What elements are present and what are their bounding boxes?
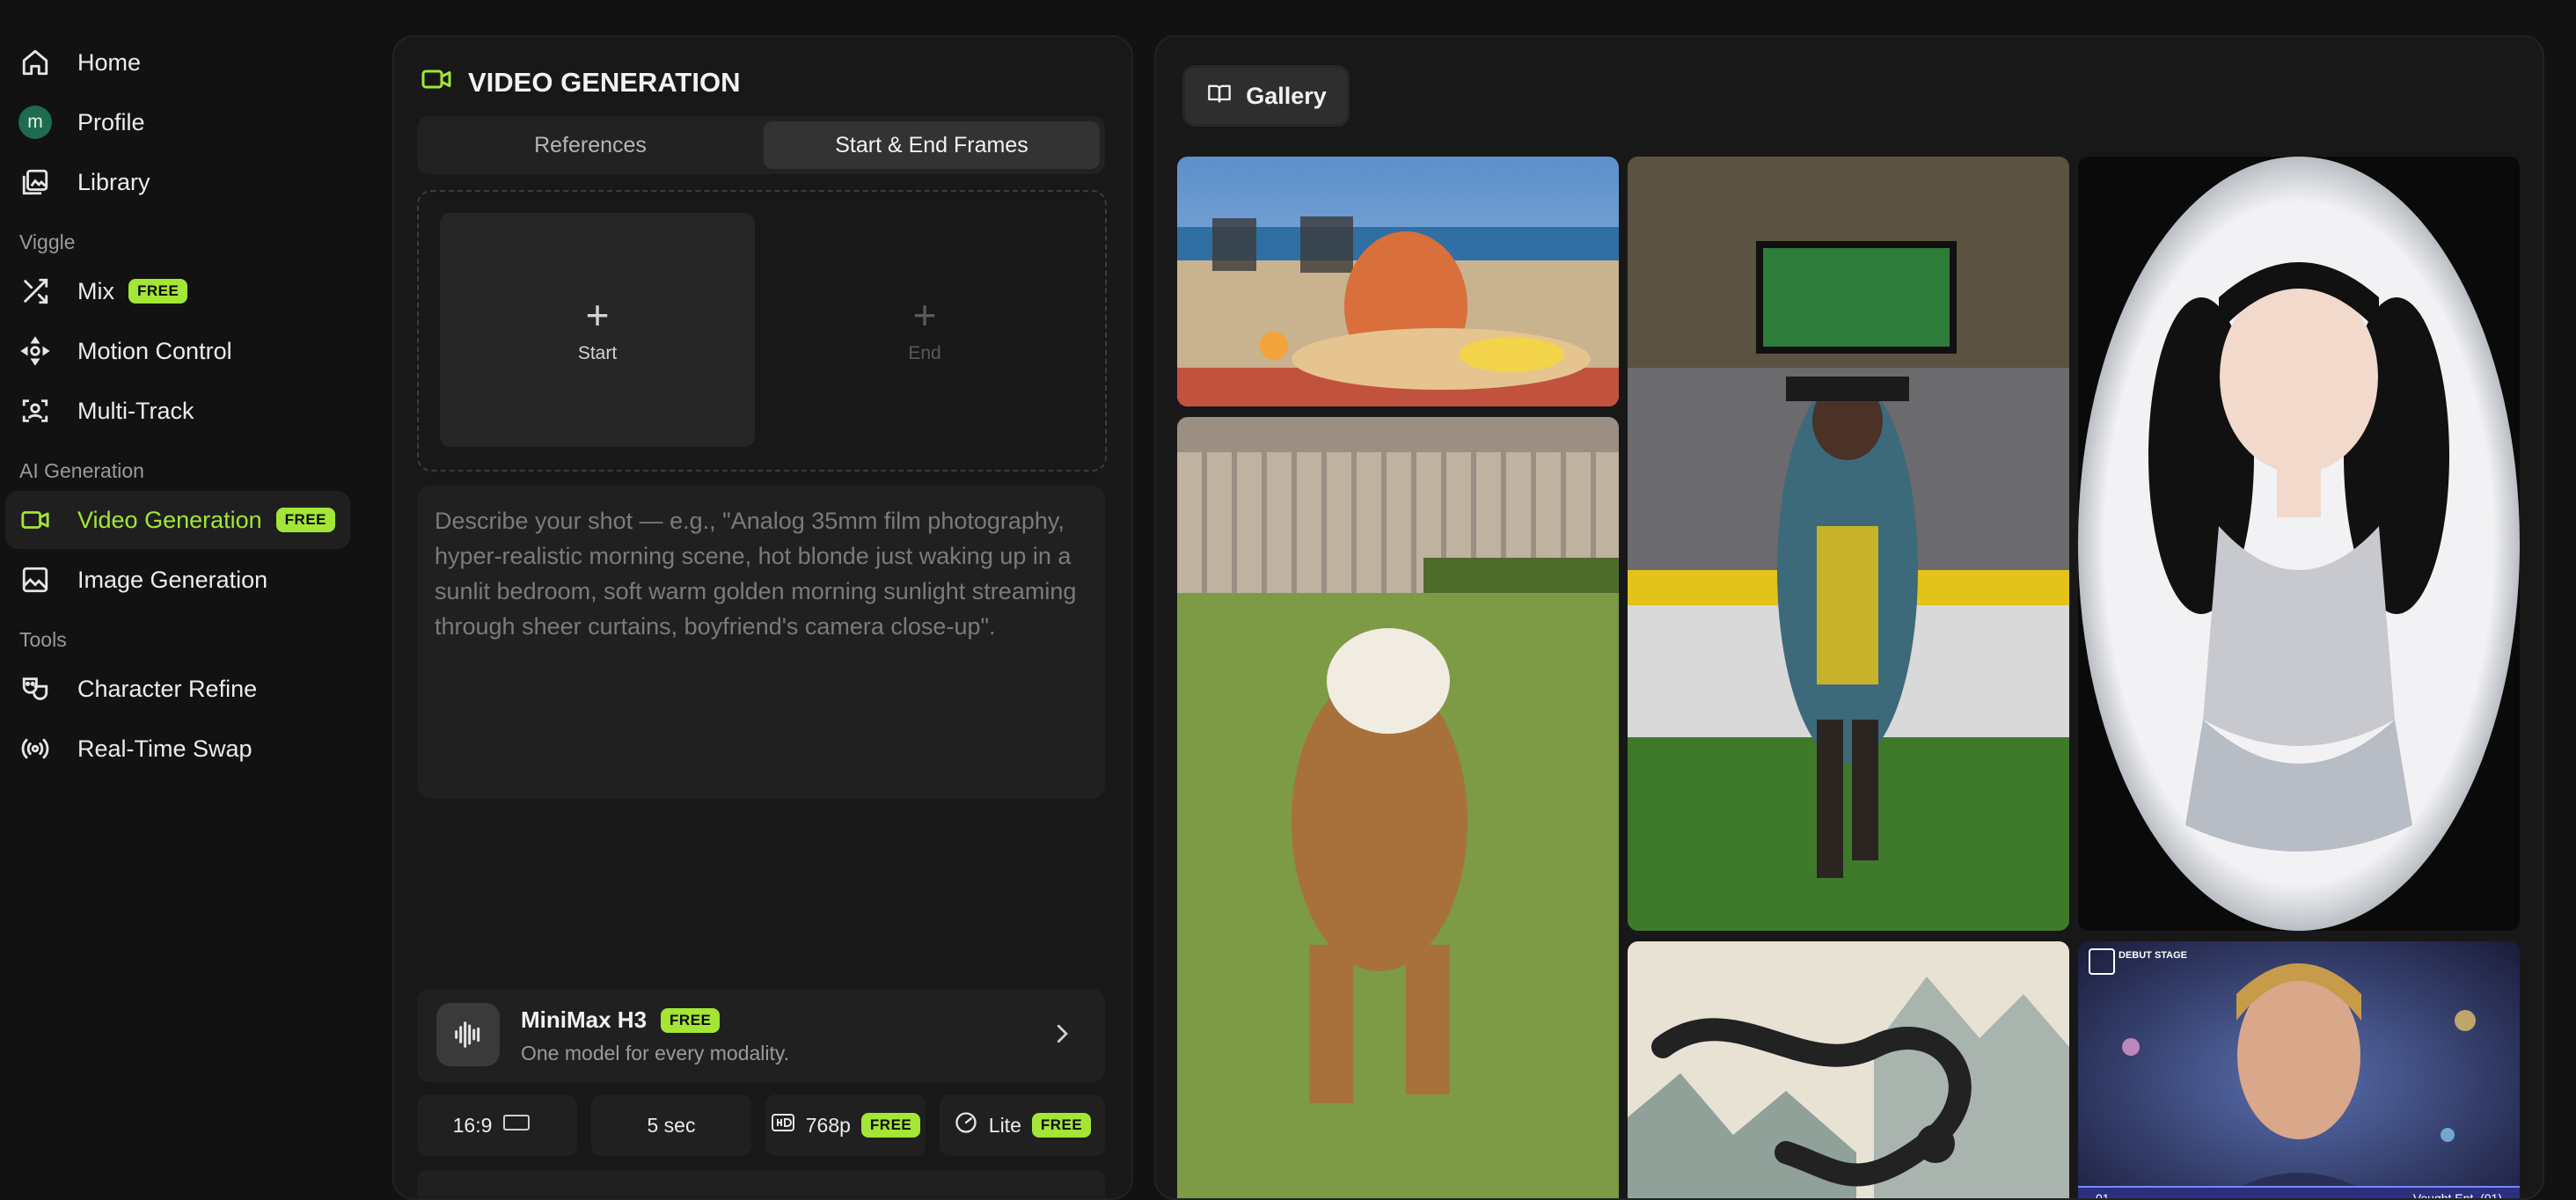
lower-third-agency: Vought Ent. (01) (2412, 1191, 2502, 1200)
broadcast-icon (18, 731, 53, 766)
free-badge: FREE (275, 508, 336, 532)
stadium-scene-image (1628, 157, 2069, 931)
gallery-button[interactable]: Gallery (1182, 65, 1350, 127)
tab-references[interactable]: References (422, 121, 758, 169)
avatar: m (18, 106, 52, 139)
video-camera-icon (18, 502, 53, 538)
section-label-ai-generation: AI Generation (19, 459, 144, 482)
start-frame-label: Start (577, 343, 618, 363)
sidebar-item-library[interactable]: Library (5, 153, 350, 211)
generate-bar[interactable] (417, 1170, 1105, 1196)
resolution-selector[interactable]: 768p FREE (765, 1094, 926, 1156)
prompt-placeholder: Describe your shot — e.g., "Analog 35mm … (435, 508, 1077, 640)
free-badge: FREE (1031, 1113, 1092, 1138)
sidebar-item-image-generation[interactable]: Image Generation (5, 551, 350, 609)
overlay-debut-stage: DEBUT STAGE (2119, 950, 2188, 961)
library-icon (18, 165, 53, 200)
duration-selector[interactable]: 5 sec (591, 1094, 751, 1156)
gallery-panel: Gallery DEBUT STAGE 01 Vought Ent. (01) (1154, 35, 2544, 1200)
sidebar-item-character-refine[interactable]: Character Refine (5, 660, 350, 718)
frames-upload-area: + Start + End (417, 190, 1107, 472)
bulldog-scene-image (1177, 417, 1619, 1198)
plus-icon: + (912, 292, 937, 338)
sidebar-item-label: Home (77, 48, 142, 76)
lower-third-number: 01 (2096, 1191, 2110, 1200)
fisheye-portrait-image (2078, 157, 2520, 931)
sidebar-item-label: Multi-Track (77, 397, 194, 424)
sidebar-item-label: Motion Control (77, 337, 232, 364)
end-frame-upload[interactable]: + End (767, 213, 1082, 447)
model-name: MiniMax H3 (521, 1006, 648, 1033)
prompt-textarea[interactable]: Describe your shot — e.g., "Analog 35mm … (417, 486, 1105, 799)
start-frame-upload[interactable]: + Start (440, 213, 755, 447)
gallery-tile-ink-dragon[interactable] (1628, 941, 2069, 1198)
motion-control-icon (18, 333, 53, 369)
quality-selector[interactable]: Lite FREE (940, 1094, 1105, 1156)
sidebar: Home m Profile Library Viggle Mix FREE M… (0, 0, 370, 1182)
gallery-tile-stadium-pirate[interactable] (1628, 157, 2069, 931)
sidebar-item-label: Real-Time Swap (77, 735, 252, 762)
image-icon (18, 562, 53, 597)
gallery-tile-bulldog[interactable] (1177, 417, 1619, 1198)
end-frame-label: End (908, 343, 941, 363)
sidebar-item-label: Image Generation (77, 566, 268, 593)
sidebar-item-motion-control[interactable]: Motion Control (5, 322, 350, 380)
sidebar-item-home[interactable]: Home (5, 33, 350, 91)
plus-icon: + (585, 292, 610, 338)
duration-value: 5 sec (647, 1113, 696, 1137)
masks-icon (18, 671, 53, 706)
book-open-icon (1205, 81, 1233, 112)
aspect-ratio-value: 16:9 (452, 1113, 493, 1137)
sidebar-item-multi-track[interactable]: Multi-Track (5, 382, 350, 440)
sidebar-item-real-time-swap[interactable]: Real-Time Swap (5, 720, 350, 778)
beach-scene-image (1177, 157, 1619, 406)
section-label-tools: Tools (19, 628, 67, 651)
sidebar-item-label: Library (77, 168, 150, 195)
lower-third-banner: 01 Vought Ent. (01) (2078, 1186, 2520, 1200)
stage-performer-image (2078, 941, 2520, 1198)
mode-tabs: References Start & End Frames (417, 116, 1105, 174)
free-badge: FREE (661, 1007, 721, 1033)
free-badge: FREE (128, 279, 188, 304)
sidebar-item-label: Character Refine (77, 675, 258, 702)
sidebar-item-video-generation[interactable]: Video Generation FREE (5, 491, 350, 549)
sidebar-item-mix[interactable]: Mix FREE (5, 262, 350, 320)
aspect-ratio-selector[interactable]: 16:9 (417, 1094, 577, 1156)
waveform-icon (436, 1003, 500, 1066)
quality-value: Lite (988, 1113, 1021, 1137)
gallery-label: Gallery (1246, 82, 1327, 109)
ink-dragon-image (1628, 941, 2069, 1198)
home-icon (18, 45, 53, 80)
gallery-tile-beach[interactable] (1177, 157, 1619, 406)
channel-logo-icon (2089, 948, 2115, 975)
aspect-ratio-icon (502, 1113, 531, 1138)
sidebar-item-profile[interactable]: m Profile (5, 93, 350, 151)
hd-icon (771, 1112, 795, 1138)
video-generation-panel: VIDEO GENERATION References Start & End … (392, 35, 1133, 1200)
tab-start-end-frames[interactable]: Start & End Frames (764, 121, 1100, 169)
shuffle-icon (18, 274, 53, 309)
model-description: One model for every modality. (521, 1042, 790, 1065)
video-camera-icon (421, 63, 452, 102)
section-label-viggle: Viggle (19, 230, 76, 253)
speed-gauge-icon (954, 1110, 978, 1140)
sidebar-item-label: Video Generation (77, 506, 262, 533)
model-selector[interactable]: MiniMax H3 FREE One model for every moda… (417, 989, 1105, 1082)
gallery-tile-fisheye-portrait[interactable] (2078, 157, 2520, 931)
free-badge: FREE (860, 1113, 921, 1138)
chevron-right-icon (1049, 1021, 1075, 1051)
sidebar-item-label: Mix (77, 277, 114, 304)
gallery-tile-stage-performer[interactable]: DEBUT STAGE 01 Vought Ent. (01) (2078, 941, 2520, 1200)
multi-track-icon (18, 393, 53, 428)
resolution-value: 768p (805, 1113, 851, 1137)
sidebar-item-label: Profile (77, 108, 145, 135)
panel-title: VIDEO GENERATION (468, 67, 741, 98)
